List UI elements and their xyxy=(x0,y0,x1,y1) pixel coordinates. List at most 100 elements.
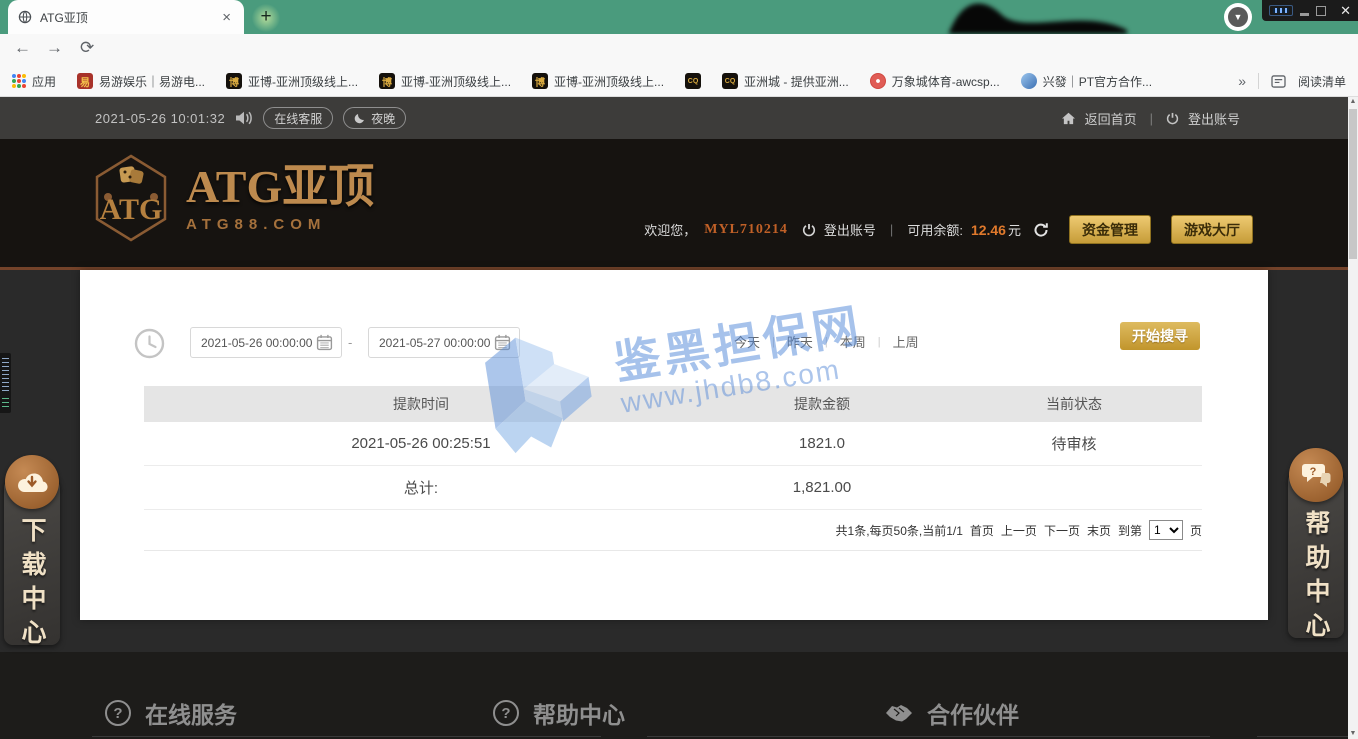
page-select[interactable]: 1 xyxy=(1149,520,1183,540)
page-next-link[interactable]: 下一页 xyxy=(1044,522,1080,539)
forward-icon[interactable]: → xyxy=(46,38,63,58)
cell-current-status: 待审核 xyxy=(946,433,1202,454)
help-chat-icon: ? xyxy=(1289,448,1343,502)
scroll-up-icon[interactable]: ▲ xyxy=(1348,97,1358,107)
help-center-label: 帮助中心 xyxy=(1298,510,1334,646)
night-mode-toggle[interactable]: 夜晚 xyxy=(343,107,406,129)
logout-link[interactable]: 登出账号 xyxy=(1188,109,1240,128)
side-mini-toolbar[interactable] xyxy=(0,353,11,413)
footer-section-title: 合作伙伴 xyxy=(927,696,1019,730)
refresh-balance-icon[interactable] xyxy=(1033,222,1049,238)
close-icon[interactable]: ✕ xyxy=(1340,3,1351,19)
bookmark[interactable]: 易 易游娱乐｜易游电... xyxy=(77,73,205,90)
logo-domain: ATG88.COM xyxy=(186,216,374,233)
page-scrollbar[interactable]: ▲ ▼ xyxy=(1348,97,1358,739)
minimize-icon[interactable] xyxy=(1300,13,1309,16)
goto-page-prefix: 到第 xyxy=(1118,522,1142,539)
bookmark[interactable]: 博 亚博-亚洲顶级线上... xyxy=(532,73,664,90)
decorative-silhouette xyxy=(935,0,1155,34)
bookmark[interactable]: CQ xyxy=(685,73,701,89)
footer-section-title: 在线服务 xyxy=(145,696,237,730)
back-home-link[interactable]: 返回首页 xyxy=(1085,109,1137,128)
back-icon[interactable]: ← xyxy=(14,38,31,58)
new-tab-button[interactable]: + xyxy=(252,4,280,32)
calendar-icon[interactable] xyxy=(316,334,333,351)
scrollbar-thumb[interactable] xyxy=(1349,109,1357,259)
question-circle-icon: ? xyxy=(105,700,131,726)
bookmark-favicon: 博 xyxy=(226,73,242,89)
bookmark-label: 亚博-亚洲顶级线上... xyxy=(401,73,511,90)
bookmark[interactable]: 博 亚博-亚洲顶级线上... xyxy=(379,73,511,90)
footer-divider xyxy=(92,736,601,737)
bookmarks-overflow-icon[interactable]: » xyxy=(1238,73,1246,89)
browser-tab[interactable]: ATG亚顶 × xyxy=(8,0,244,34)
divider: | xyxy=(1146,111,1157,126)
goto-page-suffix: 页 xyxy=(1190,522,1202,539)
server-datetime: 2021-05-26 10:01:32 xyxy=(95,111,225,126)
total-value: 1,821.00 xyxy=(698,479,946,496)
col-withdraw-amount: 提款金额 xyxy=(698,394,946,414)
bookmark[interactable]: 博 亚博-亚洲顶级线上... xyxy=(226,73,358,90)
bookmark[interactable]: CQ 亚洲城 - 提供亚洲... xyxy=(722,73,849,90)
filter-this-week[interactable]: 本周 xyxy=(828,332,878,351)
date-to-field[interactable] xyxy=(377,335,493,351)
bookmark-favicon xyxy=(870,73,886,89)
filter-yesterday[interactable]: 昨天 xyxy=(775,332,825,351)
tab-close-icon[interactable]: × xyxy=(219,9,234,26)
game-lobby-button[interactable]: 游戏大厅 xyxy=(1171,215,1253,244)
scroll-down-icon[interactable]: ▼ xyxy=(1348,729,1358,739)
bookmark-label: 亚博-亚洲顶级线上... xyxy=(248,73,358,90)
table-total-row: 总计: 1,821.00 xyxy=(144,466,1202,510)
question-circle-icon: ? xyxy=(493,700,519,726)
overlay-window-controls: ✕ xyxy=(1262,0,1358,21)
moon-icon xyxy=(354,112,366,124)
restore-icon[interactable] xyxy=(1316,6,1326,16)
site-top-bar: 2021-05-26 10:01:32 在线客服 夜晚 返回首页 | 登出账号 xyxy=(0,97,1358,139)
site-footer: ? 在线服务 ? 帮助中心 合作伙伴 xyxy=(0,652,1358,739)
filter-today[interactable]: 今天 xyxy=(722,332,772,351)
home-icon xyxy=(1061,112,1076,125)
apps-shortcut[interactable]: 应用 xyxy=(12,73,56,90)
equalizer-icon xyxy=(1269,5,1293,16)
table-row: 2021-05-26 00:25:51 1821.0 待审核 xyxy=(144,422,1202,466)
header-logout-link[interactable]: 登出账号 xyxy=(824,220,876,239)
divider: | xyxy=(884,222,899,237)
date-to-input[interactable] xyxy=(368,327,520,358)
page-first-link[interactable]: 首页 xyxy=(970,522,994,539)
table-header-row: 提款时间 提款金额 当前状态 xyxy=(144,386,1202,422)
bookmark-favicon xyxy=(1021,73,1037,89)
cell-withdraw-amount: 1821.0 xyxy=(698,435,946,452)
bookmark-label: 万象城体育-awcsp... xyxy=(892,73,1000,90)
apps-grid-icon xyxy=(12,74,26,88)
user-info-row: 欢迎您， MYL710214 登出账号 | 可用余额: 12.46 元 资金管理… xyxy=(644,215,1253,244)
bookmark-label: 易游娱乐｜易游电... xyxy=(99,73,205,90)
bookmark-favicon: 博 xyxy=(379,73,395,89)
calendar-icon[interactable] xyxy=(494,334,511,351)
page-main: - 今天 | 昨天 | 本周 | 上周 开始搜寻 提款时间 提款金额 当前状态 xyxy=(0,270,1358,652)
pagination-summary: 共1条,每页50条,当前1/1 xyxy=(836,522,963,539)
total-label: 总计: xyxy=(144,477,698,498)
bookmark[interactable]: 万象城体育-awcsp... xyxy=(870,73,1000,90)
date-from-field[interactable] xyxy=(199,335,315,351)
night-mode-label: 夜晚 xyxy=(371,110,395,127)
cloud-download-icon xyxy=(5,455,59,509)
site-logo[interactable]: ATG ATG亚顶 ATG88.COM xyxy=(92,153,374,243)
search-button[interactable]: 开始搜寻 xyxy=(1120,322,1200,350)
funds-management-button[interactable]: 资金管理 xyxy=(1069,215,1151,244)
site-header: ATG ATG亚顶 ATG88.COM 欢迎您， MYL710214 登出账号 … xyxy=(0,139,1358,270)
online-service-button[interactable]: 在线客服 xyxy=(263,107,333,129)
logo-hexagon-icon: ATG xyxy=(92,153,170,243)
download-indicator-button[interactable]: ▼ xyxy=(1224,3,1252,31)
power-icon xyxy=(1166,112,1179,125)
filter-last-week[interactable]: 上周 xyxy=(881,332,931,351)
reading-list-label[interactable]: 阅读清单 xyxy=(1298,73,1346,90)
page-prev-link[interactable]: 上一页 xyxy=(1001,522,1037,539)
online-service-label: 在线客服 xyxy=(274,110,322,127)
bookmark[interactable]: 兴發｜PT官方合作... xyxy=(1021,73,1152,90)
pagination-row: 共1条,每页50条,当前1/1 首页 上一页 下一页 末页 到第 1 页 xyxy=(144,510,1202,551)
reload-icon[interactable]: ⟳ xyxy=(80,38,94,58)
mini-toolbar-green-lines xyxy=(2,398,9,407)
page-last-link[interactable]: 末页 xyxy=(1087,522,1111,539)
date-from-input[interactable] xyxy=(190,327,342,358)
balance-unit: 元 xyxy=(1008,220,1021,239)
